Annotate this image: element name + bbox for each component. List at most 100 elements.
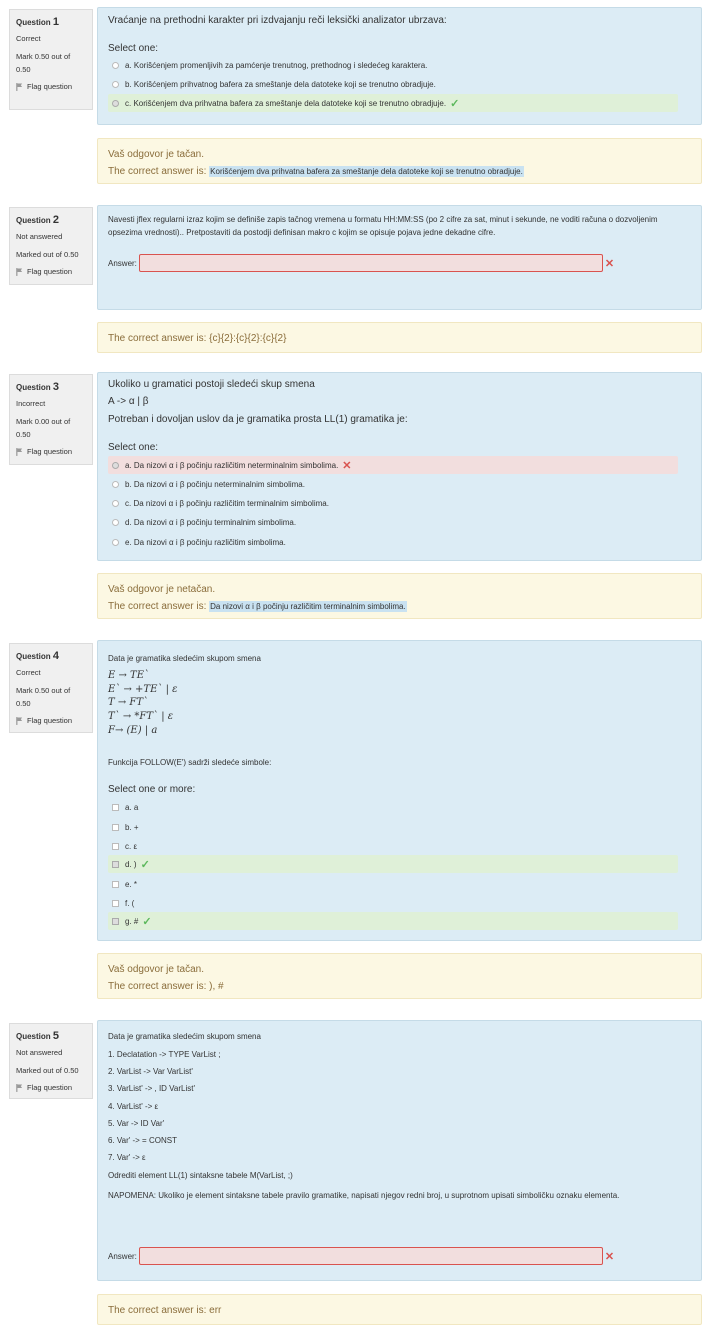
option-b[interactable]: b. Da nizovi α i β počinju neterminalnim… [108, 475, 678, 493]
grammar-rule: 5. Var -> ID Var' [108, 1119, 165, 1128]
option-e[interactable]: e. * [108, 875, 678, 893]
checkbox[interactable] [112, 880, 119, 888]
question-text: Navesti jflex regularni izraz kojim se d… [108, 215, 658, 237]
radio-button[interactable] [112, 480, 119, 488]
radio-button[interactable] [112, 80, 119, 88]
grammar-rule: T → FT` [108, 697, 149, 708]
question-text: Odrediti element LL(1) sintaksne tabele … [108, 1171, 293, 1180]
option-f[interactable]: f. ( [108, 894, 678, 912]
grammar-rule: 1. Declatation -> TYPE VarList ; [108, 1050, 221, 1059]
checkbox[interactable] [112, 899, 119, 907]
grammar-rule: 3. VarList' -> , ID VarList' [108, 1084, 196, 1093]
answer-label: Answer: [108, 258, 137, 268]
question-number: Question 4 [16, 650, 60, 662]
question-text: Vraćanje na prethodni karakter pri izdva… [108, 15, 447, 26]
option-a[interactable]: a. Korišćenjem promenljivih za pamćenje … [108, 56, 678, 74]
feedback-text: Vaš odgovor je tačan. [108, 964, 204, 975]
option-b[interactable]: b. + [108, 818, 678, 836]
correct-answer: The correct answer is: err [108, 1305, 222, 1316]
question-number: Question 1 [16, 16, 60, 28]
question-content-1: Vraćanje na prethodni karakter pri izdva… [97, 7, 702, 125]
option-d[interactable]: d. Da nizovi α i β počinju terminalnim s… [108, 513, 678, 531]
feedback-3: Vaš odgovor je netačan. The correct answ… [97, 573, 702, 619]
question-grade: Marked out of 0.50 [16, 250, 79, 259]
flag-icon [16, 716, 23, 725]
question-intro: Data je gramatika sledećim skupom smena [108, 1032, 261, 1041]
feedback-5: The correct answer is: err [97, 1294, 702, 1325]
question-grade: Mark 0.00 out of 0.50 [16, 417, 71, 439]
question-state: Incorrect [16, 399, 46, 408]
grammar-rule: 4. VarList' -> ε [108, 1102, 159, 1111]
correct-check-icon: ✓ [450, 97, 460, 110]
flag-icon [16, 267, 23, 276]
incorrect-x-icon: ✕ [604, 1250, 615, 1263]
radio-button[interactable] [112, 538, 119, 546]
option-d[interactable]: d. ) ✓ [108, 855, 678, 873]
feedback-text: Vaš odgovor je tačan. [108, 149, 204, 160]
question-state: Not answered [16, 1048, 63, 1057]
checkbox-checked[interactable] [112, 917, 119, 925]
question-info-2: Question 2 Not answered Marked out of 0.… [9, 207, 93, 285]
question-state: Not answered [16, 232, 63, 241]
flag-icon [16, 82, 23, 91]
checkbox[interactable] [112, 803, 119, 811]
correct-check-icon: ✓ [140, 858, 150, 871]
radio-button[interactable] [112, 518, 119, 526]
option-b[interactable]: b. Korišćenjem prihvatnog bafera za smeš… [108, 75, 678, 93]
checkbox[interactable] [112, 823, 119, 831]
flag-question-link[interactable]: Flag question [16, 1083, 86, 1092]
question-number: Question 5 [16, 1030, 60, 1042]
select-one-label: Select one: [108, 43, 159, 54]
select-label: Select one or more: [108, 784, 196, 795]
select-one-label: Select one: [108, 442, 159, 453]
option-a[interactable]: a. Da nizovi α i β počinju različitim ne… [108, 456, 678, 474]
checkbox-checked[interactable] [112, 860, 119, 868]
question-grade: Mark 0.50 out of 0.50 [16, 52, 71, 74]
question-content-3: Ukoliko u gramatici postoji sledeći skup… [97, 372, 702, 561]
answer-input[interactable] [138, 1247, 603, 1265]
question-number: Question 3 [16, 381, 60, 393]
correct-answer: The correct answer is: {c}{2}:{c}{2}:{c}… [108, 333, 287, 344]
radio-button[interactable] [112, 499, 119, 507]
feedback-1: Vaš odgovor je tačan. The correct answer… [97, 138, 702, 184]
question-info-1: Question 1 Correct Mark 0.50 out of 0.50… [9, 9, 93, 110]
correct-check-icon: ✓ [142, 915, 152, 928]
flag-question-link[interactable]: Flag question [16, 447, 86, 456]
incorrect-x-icon: ✕ [342, 459, 352, 472]
question-grade: Marked out of 0.50 [16, 1066, 79, 1075]
radio-button-selected[interactable] [112, 99, 119, 107]
answer-row: Answer: ✕ [108, 254, 614, 272]
grammar-rule: T` → *FT` | ε [108, 711, 174, 722]
answer-label: Answer: [108, 1251, 137, 1261]
option-c[interactable]: c. Korišćenjem dva prihvatna bafera za s… [108, 94, 678, 112]
question-state: Correct [16, 34, 41, 43]
question-state: Correct [16, 668, 41, 677]
grammar-rule: E` → +TE` | ε [108, 684, 178, 695]
question-content-2: Navesti jflex regularni izraz kojim se d… [97, 205, 702, 310]
radio-button-selected[interactable] [112, 461, 119, 469]
option-g[interactable]: g. # ✓ [108, 912, 678, 930]
grammar-rule: F→ (E) | a [108, 725, 158, 736]
correct-answer: The correct answer is: Da nizovi α i β p… [108, 601, 407, 612]
grammar-rule: E → TE` [108, 670, 150, 681]
flag-icon [16, 1083, 23, 1092]
grammar-rule: 7. Var' -> ε [108, 1153, 146, 1162]
question-intro: Data je gramatika sledećim skupom smena [108, 654, 261, 663]
question-content-5: Data je gramatika sledećim skupom smena … [97, 1020, 702, 1281]
flag-icon [16, 447, 23, 456]
radio-button[interactable] [112, 61, 119, 69]
checkbox[interactable] [112, 842, 119, 850]
option-e[interactable]: e. Da nizovi α i β počinju različitim si… [108, 533, 678, 551]
flag-question-link[interactable]: Flag question [16, 267, 86, 276]
flag-question-link[interactable]: Flag question [16, 82, 86, 91]
grammar-rule: A -> α | β [108, 396, 149, 407]
answer-input[interactable] [138, 254, 603, 272]
correct-answer: The correct answer is: Korišćenjem dva p… [108, 166, 524, 177]
option-a[interactable]: a. a [108, 798, 678, 816]
question-note: NAPOMENA: Ukoliko je element sintaksne t… [108, 1191, 620, 1200]
option-c[interactable]: c. ε [108, 837, 678, 855]
question-info-3: Question 3 Incorrect Mark 0.00 out of 0.… [9, 374, 93, 465]
feedback-4: Vaš odgovor je tačan. The correct answer… [97, 953, 702, 999]
option-c[interactable]: c. Da nizovi α i β počinju različitim te… [108, 494, 678, 512]
flag-question-link[interactable]: Flag question [16, 716, 86, 725]
